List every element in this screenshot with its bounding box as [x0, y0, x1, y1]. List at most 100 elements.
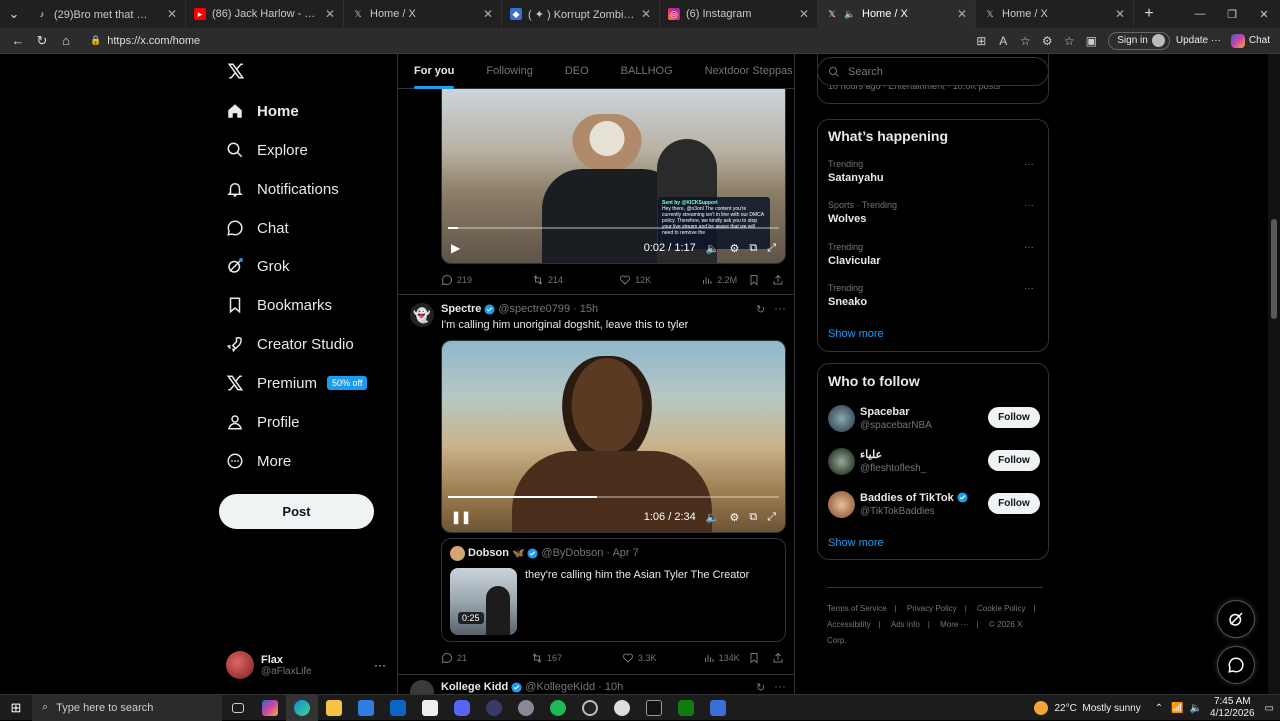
reply-button[interactable]: 219 — [441, 274, 472, 286]
trend-more-icon[interactable]: ··· — [1024, 200, 1034, 211]
search-input[interactable]: Search — [817, 57, 1049, 86]
trend-item[interactable]: Trending Clavicular ··· — [828, 242, 1040, 267]
footer-link[interactable]: Privacy Policy — [907, 604, 957, 613]
nav-bookmarks[interactable]: Bookmarks — [226, 290, 332, 320]
post-time[interactable]: · 15h — [573, 303, 598, 315]
post-more-icon[interactable]: ··· — [774, 301, 786, 315]
close-icon[interactable]: ✕ — [167, 7, 177, 21]
bookmark-button[interactable] — [748, 652, 760, 664]
repost-button[interactable]: 214 — [532, 274, 563, 286]
author-name[interactable]: Kollege Kidd — [441, 681, 508, 693]
browser-tab-5[interactable]: ◎ (6) Instagram ✕ — [660, 0, 818, 28]
grok-analyze-icon[interactable]: ↻ — [756, 681, 765, 694]
like-button[interactable]: 3.3K — [622, 652, 657, 664]
nav-explore[interactable]: Explore — [226, 135, 308, 165]
nav-chat[interactable]: Chat — [226, 213, 289, 243]
quoted-video-thumbnail[interactable]: 0:25 — [450, 568, 517, 635]
edge-app-icon[interactable] — [286, 694, 318, 721]
read-aloud-icon[interactable]: A — [992, 34, 1014, 48]
nav-more[interactable]: More — [226, 446, 291, 476]
taskbar-search[interactable]: ⌕ Type here to search — [32, 694, 222, 721]
play-icon[interactable]: ▶ — [451, 241, 460, 255]
close-icon[interactable]: ✕ — [957, 7, 967, 21]
trend-item[interactable]: Sports · Trending Wolves ··· — [828, 200, 1040, 225]
video-progress-bar[interactable] — [448, 496, 779, 498]
messages-float-button[interactable] — [1217, 646, 1255, 684]
footer-link[interactable]: Accessibility — [827, 620, 871, 629]
show-more-link[interactable]: Show more — [828, 537, 884, 549]
trend-more-icon[interactable]: ··· — [1024, 283, 1034, 294]
copilot-app-icon[interactable] — [254, 695, 286, 721]
close-icon[interactable]: ✕ — [483, 7, 493, 21]
window-close-icon[interactable]: ✕ — [1248, 8, 1280, 21]
windows-start-icon[interactable]: ⊞ — [0, 695, 32, 721]
app-icon[interactable] — [606, 695, 638, 721]
settings-icon[interactable]: ⚙ — [729, 511, 739, 524]
follow-button[interactable]: Follow — [988, 450, 1040, 471]
update-button[interactable]: Update ··· — [1176, 35, 1221, 46]
back-icon[interactable]: ← — [6, 30, 30, 52]
footer-link[interactable]: Ads info — [891, 620, 920, 629]
close-icon[interactable]: ✕ — [799, 7, 809, 21]
footer-link[interactable]: More ··· — [940, 620, 968, 629]
tab-ballhog[interactable]: BALLHOG — [605, 54, 689, 89]
share-button[interactable] — [772, 274, 784, 286]
clock[interactable]: 7:45 AM 4/12/2026 — [1210, 696, 1255, 720]
share-button[interactable] — [772, 652, 784, 664]
notepad-app-icon[interactable] — [414, 695, 446, 721]
task-view-icon[interactable] — [222, 695, 254, 721]
close-icon[interactable]: ✕ — [325, 7, 335, 21]
follow-suggestion[interactable]: Spacebar @spacebarNBA Follow — [828, 402, 1040, 434]
follow-suggestion[interactable]: Baddies of TikTok @TikTokBaddies Follow — [828, 488, 1040, 520]
tab-for-you[interactable]: For you — [398, 54, 470, 89]
epic-games-icon[interactable] — [638, 695, 670, 721]
trend-more-icon[interactable]: ··· — [1024, 242, 1034, 253]
post-time[interactable]: · 10h — [598, 681, 623, 693]
nav-creator-studio[interactable]: Creator Studio — [226, 329, 354, 359]
pause-icon[interactable]: ❚❚ — [451, 510, 471, 524]
pip-icon[interactable]: ⧉ — [749, 242, 757, 255]
views-button[interactable]: 2.2M — [701, 274, 737, 286]
post-more-icon[interactable]: ··· — [774, 679, 786, 693]
file-explorer-icon[interactable] — [318, 695, 350, 721]
volume-icon[interactable]: 🔈 — [706, 511, 720, 524]
copilot-chat-label[interactable]: Chat — [1249, 35, 1270, 46]
author-name[interactable]: Spectre — [441, 303, 481, 315]
nav-notifications[interactable]: Notifications — [226, 174, 339, 204]
fullscreen-icon[interactable]: ⤢ — [767, 242, 776, 255]
like-button[interactable]: 12K — [619, 274, 651, 286]
copilot-icon[interactable] — [1230, 33, 1245, 48]
reply-button[interactable]: 21 — [441, 652, 467, 664]
nav-grok[interactable]: Grok — [226, 251, 290, 281]
nav-home[interactable]: Home — [226, 96, 299, 126]
video-progress-bar[interactable] — [448, 227, 779, 229]
app-available-icon[interactable]: ⊞ — [970, 34, 992, 48]
volume-icon[interactable]: 🔈 — [706, 242, 720, 255]
browser-tab-3[interactable]: 𝕏 Home / X ✕ — [344, 0, 502, 28]
quoted-post[interactable]: Dobson 🦋 @ByDobson · Apr 7 0:25 they're … — [441, 538, 786, 642]
tray-chevron-icon[interactable]: ⌃ — [1155, 703, 1163, 714]
vpn-app-icon[interactable] — [510, 695, 542, 721]
sign-in-button[interactable]: Sign in — [1108, 31, 1170, 50]
account-more-icon[interactable]: ··· — [374, 658, 386, 672]
extensions-icon[interactable]: ⚙ — [1036, 34, 1058, 48]
post1-video[interactable]: Sent by @KICKSupport Hey there, @n3onl T… — [441, 89, 786, 264]
nav-premium[interactable]: Premium 50% off — [226, 368, 368, 398]
media-app-icon[interactable] — [478, 695, 510, 721]
browser-tab-6[interactable]: 𝕏 🔈 Home / X ✕ — [818, 0, 976, 28]
tab-nextdoor-steppas[interactable]: Nextdoor Steppas — [689, 54, 794, 89]
post2-video[interactable]: ❚❚ 1:06 / 2:34 🔈 ⚙ ⧉ ⤢ — [441, 340, 786, 533]
volume-icon[interactable]: 🔈 — [1190, 703, 1202, 714]
store-app-icon[interactable] — [350, 695, 382, 721]
speaker-icon[interactable]: 🔈 — [844, 8, 856, 20]
tab-actions-chevron-icon[interactable]: ⌄ — [0, 3, 28, 25]
account-switcher[interactable]: Flax @aFlaxLife ··· — [226, 646, 386, 684]
scrollbar-thumb[interactable] — [1271, 219, 1277, 319]
home-browser-icon[interactable]: ⌂ — [54, 30, 78, 52]
browser-tab-4[interactable]: ◆( ✦ ) Korrupt Zombies | Play on Ro✕ — [502, 0, 660, 28]
x-logo-icon[interactable] — [227, 62, 245, 83]
notifications-icon[interactable]: ▭ — [1265, 703, 1274, 714]
settings-icon[interactable]: ⚙ — [729, 242, 739, 255]
url-field[interactable]: 🔒 https://x.com/home — [84, 31, 964, 51]
xbox-app-icon[interactable] — [670, 695, 702, 721]
